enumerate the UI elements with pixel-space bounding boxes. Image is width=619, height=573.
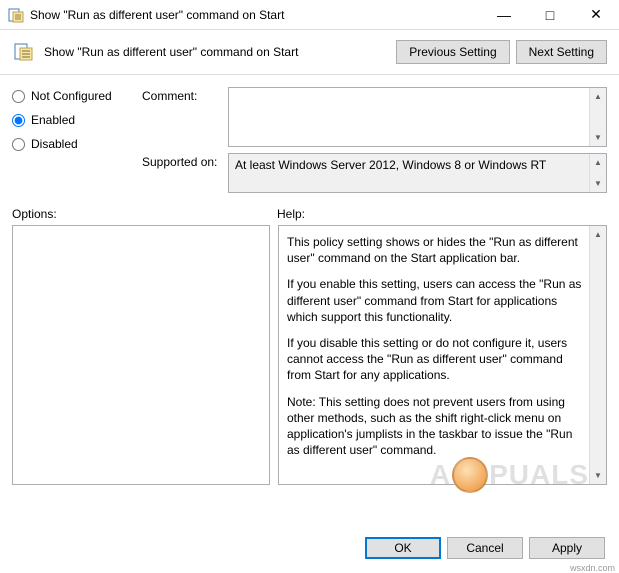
source-url: wsxdn.com [570,563,615,573]
scroll-up-icon[interactable]: ▲ [590,226,606,243]
supported-label: Supported on: [142,155,222,169]
radio-disabled-label: Disabled [31,137,78,151]
options-panel [12,225,270,485]
radio-not-configured-label: Not Configured [31,89,112,103]
help-p4: Note: This setting does not prevent user… [287,394,582,459]
policy-header: Show "Run as different user" command on … [0,30,619,75]
radio-enabled[interactable]: Enabled [12,113,142,127]
next-setting-button[interactable]: Next Setting [516,40,607,64]
comment-label: Comment: [142,89,222,103]
window-title: Show "Run as different user" command on … [30,8,481,22]
radio-enabled-label: Enabled [31,113,75,127]
radio-not-configured-input[interactable] [12,90,25,103]
previous-setting-button[interactable]: Previous Setting [396,40,509,64]
policy-icon [8,7,24,23]
panels: This policy setting shows or hides the "… [0,225,619,485]
help-p3: If you disable this setting or do not co… [287,335,582,384]
help-panel: This policy setting shows or hides the "… [278,225,607,485]
supported-row: Supported on: At least Windows Server 20… [142,153,607,193]
radio-disabled-input[interactable] [12,138,25,151]
minimize-button[interactable]: — [481,0,527,29]
options-label: Options: [12,207,277,221]
policy-title: Show "Run as different user" command on … [44,45,390,59]
policy-config-row: Not Configured Enabled Disabled Comment:… [0,75,619,201]
policy-icon-large [12,40,36,64]
scroll-up-icon[interactable]: ▲ [590,88,606,105]
radio-enabled-input[interactable] [12,114,25,127]
ok-button[interactable]: OK [365,537,441,559]
supported-scrollbar[interactable]: ▲ ▼ [589,154,606,192]
comment-textarea[interactable]: ▲ ▼ [228,87,607,147]
help-p1: This policy setting shows or hides the "… [287,234,582,266]
comment-row: Comment: ▲ ▼ [142,87,607,147]
window-controls: — □ ✕ [481,0,619,29]
apply-button[interactable]: Apply [529,537,605,559]
dialog-footer: OK Cancel Apply [365,537,605,559]
maximize-button[interactable]: □ [527,0,573,29]
scroll-up-icon[interactable]: ▲ [590,154,606,171]
help-label: Help: [277,207,305,221]
radio-disabled[interactable]: Disabled [12,137,142,151]
scroll-down-icon[interactable]: ▼ [590,129,606,146]
close-button[interactable]: ✕ [573,0,619,29]
help-scrollbar[interactable]: ▲ ▼ [589,226,606,484]
policy-fields: Comment: ▲ ▼ Supported on: At least Wind… [142,87,607,193]
scroll-down-icon[interactable]: ▼ [590,175,606,192]
section-labels: Options: Help: [0,201,619,225]
supported-on-box: At least Windows Server 2012, Windows 8 … [228,153,607,193]
radio-not-configured[interactable]: Not Configured [12,89,142,103]
cancel-button[interactable]: Cancel [447,537,523,559]
comment-scrollbar[interactable]: ▲ ▼ [589,88,606,146]
scroll-down-icon[interactable]: ▼ [590,467,606,484]
help-p2: If you enable this setting, users can ac… [287,276,582,325]
state-radios: Not Configured Enabled Disabled [12,87,142,193]
titlebar: Show "Run as different user" command on … [0,0,619,30]
supported-on-value: At least Windows Server 2012, Windows 8 … [235,158,546,172]
